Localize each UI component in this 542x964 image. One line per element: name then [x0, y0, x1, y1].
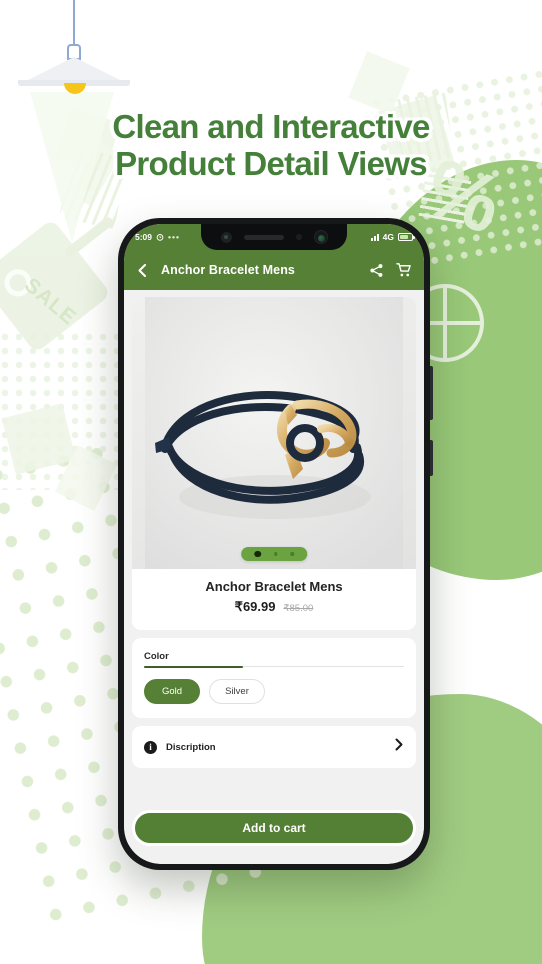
phone-mockup: 5:09 ••• 4G Anchor Bracelet Mens Anchor … [118, 218, 433, 870]
info-icon: i [144, 740, 157, 754]
cart-icon[interactable] [396, 262, 412, 278]
status-bar-left: 5:09 ••• [135, 232, 180, 242]
carousel-dot-2[interactable] [273, 552, 278, 556]
product-detail-content: Anchor Bracelet Mens ₹69.99 ₹85.00 Color… [124, 290, 424, 864]
color-underline [144, 665, 404, 668]
description-row[interactable]: i Discription [132, 726, 416, 768]
app-bar-title: Anchor Bracelet Mens [161, 263, 295, 277]
color-chip-group: Gold Silver [144, 679, 404, 704]
back-chevron-icon[interactable] [136, 263, 149, 278]
carousel-dot-1[interactable] [254, 550, 261, 557]
color-chip-gold[interactable]: Gold [144, 679, 200, 704]
network-type-label: 4G [382, 232, 394, 242]
front-camera-icon [313, 230, 328, 244]
alarm-icon [156, 234, 164, 241]
phone-notch [201, 224, 347, 250]
lamp-cord [73, 0, 75, 46]
front-sensor-icon [220, 231, 232, 243]
color-chip-silver[interactable]: Silver [209, 679, 265, 704]
carousel-indicator[interactable] [241, 546, 307, 561]
product-photo[interactable] [132, 297, 416, 569]
color-label: Color [144, 651, 169, 662]
phone-bezel: 5:09 ••• 4G Anchor Bracelet Mens Anchor … [124, 224, 424, 864]
status-overflow-dots: ••• [168, 232, 180, 242]
add-to-cart-button[interactable]: Add to cart [132, 810, 416, 846]
power-button[interactable] [430, 440, 433, 476]
price-row: ₹69.99 ₹85.00 [142, 599, 406, 615]
headline-line-1: Clean and Interactive [112, 108, 430, 145]
proximity-sensor-icon [295, 234, 302, 240]
anchor-bracelet-image [145, 297, 403, 569]
description-label: Discription [166, 741, 216, 753]
product-title-block: Anchor Bracelet Mens ₹69.99 ₹85.00 [132, 569, 416, 628]
battery-icon [398, 233, 415, 241]
current-price: ₹69.99 [234, 599, 276, 614]
signal-bars-icon [370, 233, 379, 241]
product-image-card: Anchor Bracelet Mens ₹69.99 ₹85.00 [132, 297, 416, 630]
headline-line-2: Product Detail Views [115, 145, 428, 182]
color-option-card: Color Gold Silver [132, 638, 416, 718]
status-bar-right: 4G [370, 232, 415, 242]
earpiece-speaker [243, 234, 284, 240]
original-price: ₹85.00 [283, 603, 314, 614]
carousel-dot-3[interactable] [290, 552, 294, 556]
volume-button[interactable] [430, 366, 433, 420]
product-title: Anchor Bracelet Mens [205, 579, 343, 594]
phone-screen: 5:09 ••• 4G Anchor Bracelet Mens Anchor … [124, 224, 424, 864]
chevron-right-icon[interactable] [394, 738, 404, 756]
share-icon[interactable] [369, 263, 384, 278]
status-time: 5:09 [135, 232, 153, 242]
page-title: Clean and Interactive Product Detail Vie… [0, 108, 542, 182]
app-bar: Anchor Bracelet Mens [124, 250, 424, 290]
